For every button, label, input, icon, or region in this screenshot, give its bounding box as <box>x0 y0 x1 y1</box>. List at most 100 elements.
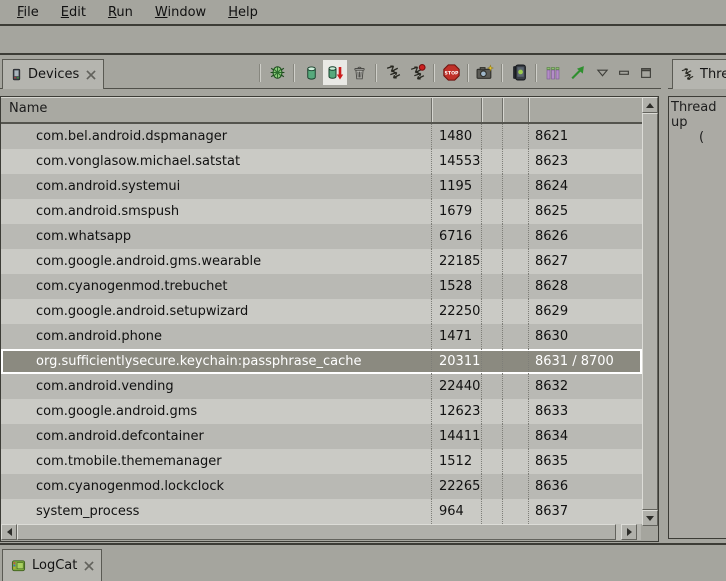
maximize-button[interactable] <box>637 63 655 83</box>
process-name: com.cyanogenmod.trebuchet <box>1 274 431 299</box>
empty-cell <box>502 224 528 249</box>
horizontal-scrollbar[interactable] <box>1 524 641 540</box>
process-name: com.android.systemui <box>1 174 431 199</box>
process-pid: 1480 <box>431 124 481 149</box>
device-phone-icon <box>10 67 23 82</box>
menu-window[interactable]: Window <box>144 2 217 23</box>
table-header[interactable]: Name <box>1 97 642 124</box>
column-header-name[interactable]: Name <box>9 101 47 116</box>
table-row[interactable]: com.google.android.gms 12623 8633 <box>1 399 642 424</box>
table-row[interactable]: com.vonglasow.michael.satstat 14553 8623 <box>1 149 642 174</box>
view-menu-button[interactable] <box>593 63 611 83</box>
process-port: 8631 / 8700 <box>528 349 642 374</box>
devices-panel: Devices <box>0 57 661 543</box>
process-name: com.android.vending <box>1 374 431 399</box>
tab-threads-label: Threads <box>700 67 726 82</box>
reset-adb-button[interactable] <box>565 60 589 85</box>
close-icon[interactable] <box>84 561 94 571</box>
phone-screenshot-icon <box>511 64 528 81</box>
process-name: com.vonglasow.michael.satstat <box>1 149 431 174</box>
empty-cell <box>481 399 502 424</box>
column-resize-handle[interactable] <box>431 98 433 122</box>
table-row[interactable]: com.android.vending 22440 8632 <box>1 374 642 399</box>
update-threads-button[interactable] <box>381 60 405 85</box>
process-pid: 6716 <box>431 224 481 249</box>
scroll-right-button[interactable] <box>621 524 637 540</box>
screen-capture-button[interactable] <box>473 60 497 85</box>
process-port: 8637 <box>528 499 642 524</box>
process-port: 8624 <box>528 174 642 199</box>
empty-cell <box>502 474 528 499</box>
svg-text:STOP: STOP <box>444 71 458 77</box>
empty-cell <box>481 499 502 524</box>
scroll-down-button[interactable] <box>642 510 658 526</box>
table-row[interactable]: com.android.smspush 1679 8625 <box>1 199 642 224</box>
bug-icon <box>269 64 286 81</box>
vertical-scrollbar[interactable] <box>642 97 658 526</box>
table-row[interactable]: org.sufficientlysecure.keychain:passphra… <box>1 349 642 374</box>
process-name: com.android.phone <box>1 324 431 349</box>
process-name: com.google.android.setupwizard <box>1 299 431 324</box>
table-row[interactable]: com.whatsapp 6716 8626 <box>1 224 642 249</box>
empty-cell <box>502 424 528 449</box>
dump-hprof-button[interactable] <box>323 60 347 85</box>
column-resize-handle[interactable] <box>502 98 504 122</box>
device-screen-button[interactable] <box>507 60 531 85</box>
devices-tabbar: Devices <box>0 57 661 89</box>
process-port: 8636 <box>528 474 642 499</box>
minimize-button[interactable] <box>615 63 633 83</box>
threads-icon <box>680 67 695 82</box>
toolbar-separator <box>501 64 503 82</box>
table-row[interactable]: com.android.phone 1471 8630 <box>1 324 642 349</box>
toolbar-separator <box>467 64 469 82</box>
tab-devices[interactable]: Devices <box>2 59 104 89</box>
horizontal-scroll-thumb[interactable] <box>17 524 616 540</box>
empty-cell <box>502 499 528 524</box>
tab-logcat[interactable]: LogCat <box>2 549 102 581</box>
process-pid: 1528 <box>431 274 481 299</box>
table-row[interactable]: com.tmobile.thememanager 1512 8635 <box>1 449 642 474</box>
table-row[interactable]: com.cyanogenmod.lockclock 22265 8636 <box>1 474 642 499</box>
toolbar-separator <box>293 64 295 82</box>
process-name: com.whatsapp <box>1 224 431 249</box>
column-resize-handle[interactable] <box>528 98 530 122</box>
process-pid: 1512 <box>431 449 481 474</box>
tab-threads[interactable]: Threads <box>672 59 726 89</box>
debug-process-button[interactable] <box>265 60 289 85</box>
logcat-icon <box>10 558 27 573</box>
vertical-scroll-thumb[interactable] <box>642 113 658 510</box>
table-row[interactable]: com.android.defcontainer 14411 8634 <box>1 424 642 449</box>
menu-bar: File Edit Run Window Help <box>0 0 726 26</box>
start-method-profiling-button[interactable] <box>405 60 429 85</box>
maximize-icon <box>639 66 653 80</box>
threads-message-line2: ( <box>699 130 726 145</box>
process-port: 8626 <box>528 224 642 249</box>
column-resize-handle[interactable] <box>481 98 483 122</box>
chevron-down-icon <box>596 68 609 78</box>
process-port: 8632 <box>528 374 642 399</box>
process-name: org.sufficientlysecure.keychain:passphra… <box>1 349 431 374</box>
menu-run[interactable]: Run <box>97 2 144 23</box>
system-info-button[interactable] <box>541 60 565 85</box>
process-port: 8635 <box>528 449 642 474</box>
empty-cell <box>502 124 528 149</box>
table-row[interactable]: com.google.android.setupwizard 22250 862… <box>1 299 642 324</box>
stop-process-button[interactable]: STOP <box>439 60 463 85</box>
table-row[interactable]: com.bel.android.dspmanager 1480 8621 <box>1 124 642 149</box>
update-heap-button[interactable] <box>299 60 323 85</box>
table-row[interactable]: com.android.systemui 1195 8624 <box>1 174 642 199</box>
close-icon[interactable] <box>86 70 96 80</box>
menu-file[interactable]: File <box>6 2 50 23</box>
scroll-up-button[interactable] <box>642 97 658 113</box>
menu-help[interactable]: Help <box>217 2 269 23</box>
menu-edit[interactable]: Edit <box>50 2 97 23</box>
empty-cell <box>502 324 528 349</box>
table-row[interactable]: com.google.android.gms.wearable 22185 86… <box>1 249 642 274</box>
toolbar-separator <box>259 64 261 82</box>
scroll-left-button[interactable] <box>1 524 17 540</box>
cause-gc-button[interactable] <box>347 60 371 85</box>
empty-cell <box>481 449 502 474</box>
table-row[interactable]: system_process 964 8637 <box>1 499 642 524</box>
table-row[interactable]: com.cyanogenmod.trebuchet 1528 8628 <box>1 274 642 299</box>
empty-cell <box>502 449 528 474</box>
